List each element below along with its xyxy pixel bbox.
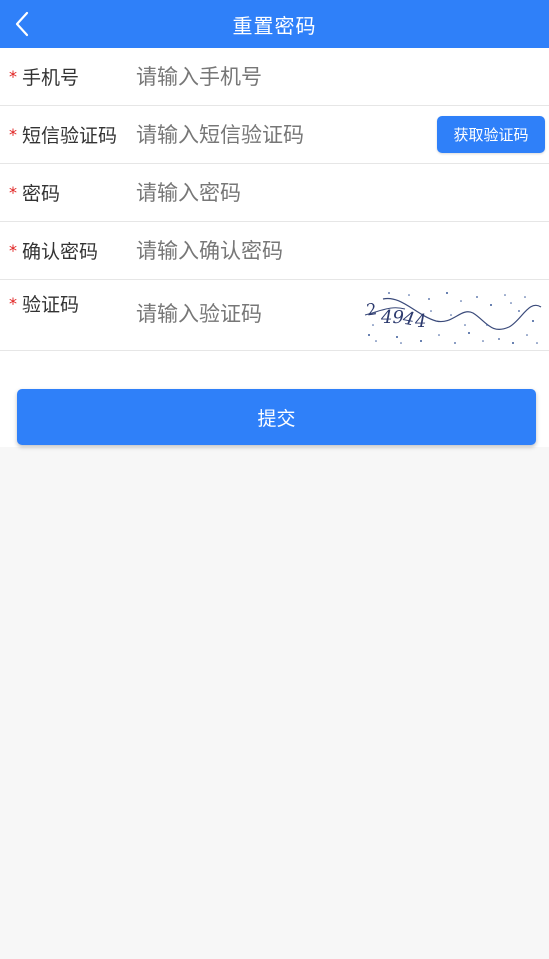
required-mark: * (9, 294, 17, 313)
submit-button[interactable]: 提交 (17, 389, 536, 445)
password-label-text: 密码 (22, 183, 61, 205)
required-mark: * (9, 183, 17, 202)
password-input[interactable] (136, 164, 549, 221)
chevron-left-icon (15, 11, 29, 37)
captcha-row: * 验证码 2 49 4 4 (0, 280, 549, 351)
svg-text:49: 49 (380, 307, 404, 328)
svg-text:4: 4 (414, 311, 426, 332)
required-mark: * (9, 125, 17, 144)
submit-area: 提交 (0, 351, 549, 447)
captcha-image[interactable]: 2 49 4 4 (361, 285, 543, 349)
reset-form: * 手机号 * 短信验证码 获取验证码 * 密码 * 确认密码 (0, 48, 549, 351)
get-sms-code-button[interactable]: 获取验证码 (437, 116, 545, 153)
sms-code-row: * 短信验证码 获取验证码 (0, 106, 549, 164)
password-label: * 密码 (0, 179, 136, 206)
confirm-password-label-text: 确认密码 (22, 241, 99, 263)
phone-label: * 手机号 (0, 63, 136, 90)
phone-input[interactable] (136, 48, 549, 105)
required-mark: * (9, 241, 17, 260)
confirm-password-row: * 确认密码 (0, 222, 549, 280)
phone-label-text: 手机号 (22, 67, 80, 89)
page-title: 重置密码 (232, 13, 317, 38)
confirm-password-input[interactable] (136, 222, 549, 279)
confirm-password-label: * 确认密码 (0, 237, 136, 264)
phone-row: * 手机号 (0, 48, 549, 106)
captcha-label-text: 验证码 (22, 294, 80, 316)
password-row: * 密码 (0, 164, 549, 222)
sms-code-label: * 短信验证码 (0, 121, 136, 148)
sms-code-label-text: 短信验证码 (22, 125, 118, 147)
back-button[interactable] (0, 0, 44, 48)
header-bar: 重置密码 (0, 0, 549, 48)
captcha-label: * 验证码 (0, 280, 136, 317)
required-mark: * (9, 67, 17, 86)
reset-password-screen: 重置密码 * 手机号 * 短信验证码 获取验证码 * 密码 (0, 0, 549, 959)
